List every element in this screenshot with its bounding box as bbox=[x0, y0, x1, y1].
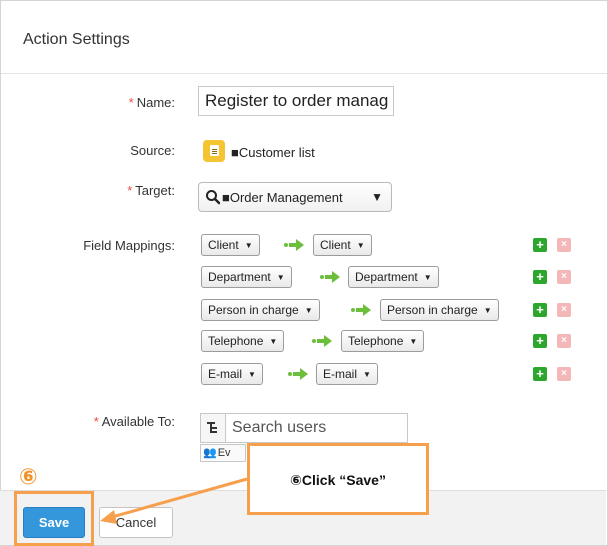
caret-down-icon: ▼ bbox=[244, 241, 253, 250]
required-mark: * bbox=[93, 414, 99, 429]
remove-mapping-button[interactable]: × bbox=[557, 303, 571, 317]
callout-text: ⑥Click “Save” bbox=[290, 472, 386, 488]
instruction-callout: ⑥Click “Save” bbox=[247, 443, 429, 515]
caret-down-icon: ▼ bbox=[276, 273, 285, 282]
select-value: Department bbox=[355, 270, 418, 284]
name-input[interactable]: Register to order manag bbox=[198, 86, 394, 116]
search-icon bbox=[206, 190, 221, 205]
add-mapping-button[interactable]: + bbox=[533, 238, 547, 252]
required-mark: * bbox=[128, 95, 134, 110]
dialog-title: Action Settings bbox=[23, 31, 130, 48]
dialog-header: Action Settings bbox=[1, 1, 607, 74]
add-mapping-button[interactable]: + bbox=[533, 270, 547, 284]
mapping-source-field-select[interactable]: Telephone ▼ bbox=[201, 330, 285, 352]
mapping-arrow-icon bbox=[320, 271, 340, 283]
caret-down-icon: ▼ bbox=[483, 306, 492, 315]
users-icon: 👥 bbox=[203, 447, 217, 459]
user-picker-button[interactable] bbox=[201, 414, 226, 442]
select-value: Person in charge bbox=[387, 303, 478, 317]
required-mark: * bbox=[127, 183, 133, 198]
target-label: * Target: bbox=[15, 183, 175, 198]
remove-mapping-button[interactable]: × bbox=[557, 270, 571, 284]
remove-mapping-button[interactable]: × bbox=[557, 367, 571, 381]
select-value: Client bbox=[320, 238, 351, 252]
chip-label: Ev bbox=[217, 447, 231, 459]
available-to-label: * Available To: bbox=[15, 414, 175, 429]
name-label: * Name: bbox=[15, 95, 175, 110]
mapping-arrow-icon bbox=[351, 304, 371, 316]
app-icon bbox=[203, 140, 225, 162]
caret-down-icon: ▼ bbox=[409, 337, 418, 346]
select-value: E-mail bbox=[323, 367, 358, 381]
mapping-arrow-icon bbox=[288, 368, 308, 380]
org-chart-icon bbox=[207, 422, 217, 433]
select-value: Telephone bbox=[208, 334, 264, 348]
caret-down-icon: ▼ bbox=[363, 370, 371, 379]
caret-down-icon: ▼ bbox=[304, 306, 313, 315]
mapping-target-field-select[interactable]: Telephone ▼ bbox=[341, 330, 425, 352]
step-number: ⑥ bbox=[19, 464, 38, 489]
caret-down-icon: ▼ bbox=[423, 273, 432, 282]
everyone-chip[interactable]: 👥Ev bbox=[200, 444, 246, 462]
caret-down-icon: ▼ bbox=[356, 241, 365, 250]
source-label: Source: bbox=[130, 143, 175, 158]
user-search-field[interactable]: Search users bbox=[200, 413, 408, 443]
field-mappings-label: Field Mappings: bbox=[83, 238, 175, 253]
target-app-select[interactable]: ■Order Management ▼ bbox=[198, 182, 392, 212]
add-mapping-button[interactable]: + bbox=[533, 303, 547, 317]
select-value: Telephone bbox=[348, 334, 404, 348]
name-label-text: Name: bbox=[136, 95, 175, 110]
cancel-button[interactable]: Cancel bbox=[99, 507, 173, 538]
mapping-source-field-select[interactable]: Client ▼ bbox=[201, 234, 260, 256]
mapping-arrow-icon bbox=[284, 239, 304, 251]
add-mapping-button[interactable]: + bbox=[533, 334, 547, 348]
mapping-target-field-select[interactable]: Client ▼ bbox=[313, 234, 372, 256]
remove-mapping-button[interactable]: × bbox=[557, 334, 571, 348]
mapping-source-field-select[interactable]: E-mail ▼ bbox=[201, 363, 263, 385]
select-value: Department bbox=[208, 270, 271, 284]
mapping-target-field-select[interactable]: Person in charge ▼ bbox=[380, 299, 499, 321]
mapping-target-field-select[interactable]: E-mail ▼ bbox=[316, 363, 378, 385]
source-app-name: ■Customer list bbox=[231, 145, 315, 160]
select-value: E-mail bbox=[208, 367, 243, 381]
add-mapping-button[interactable]: + bbox=[533, 367, 547, 381]
mapping-source-field-select[interactable]: Person in charge ▼ bbox=[201, 299, 320, 321]
caret-down-icon: ▼ bbox=[269, 337, 278, 346]
user-search-placeholder: Search users bbox=[232, 419, 327, 436]
target-label-text: Target: bbox=[135, 183, 175, 198]
mapping-source-field-select[interactable]: Department ▼ bbox=[201, 266, 292, 288]
select-value: Person in charge bbox=[208, 303, 299, 317]
caret-down-icon: ▼ bbox=[248, 370, 256, 379]
mapping-arrow-icon bbox=[312, 335, 332, 347]
mapping-target-field-select[interactable]: Department ▼ bbox=[348, 266, 439, 288]
remove-mapping-button[interactable]: × bbox=[557, 238, 571, 252]
dropdown-arrow-icon: ▼ bbox=[371, 190, 383, 204]
available-to-label-text: Available To: bbox=[101, 414, 175, 429]
target-select-value: ■Order Management bbox=[222, 190, 343, 205]
save-highlight-box bbox=[14, 491, 94, 546]
select-value: Client bbox=[208, 238, 239, 252]
